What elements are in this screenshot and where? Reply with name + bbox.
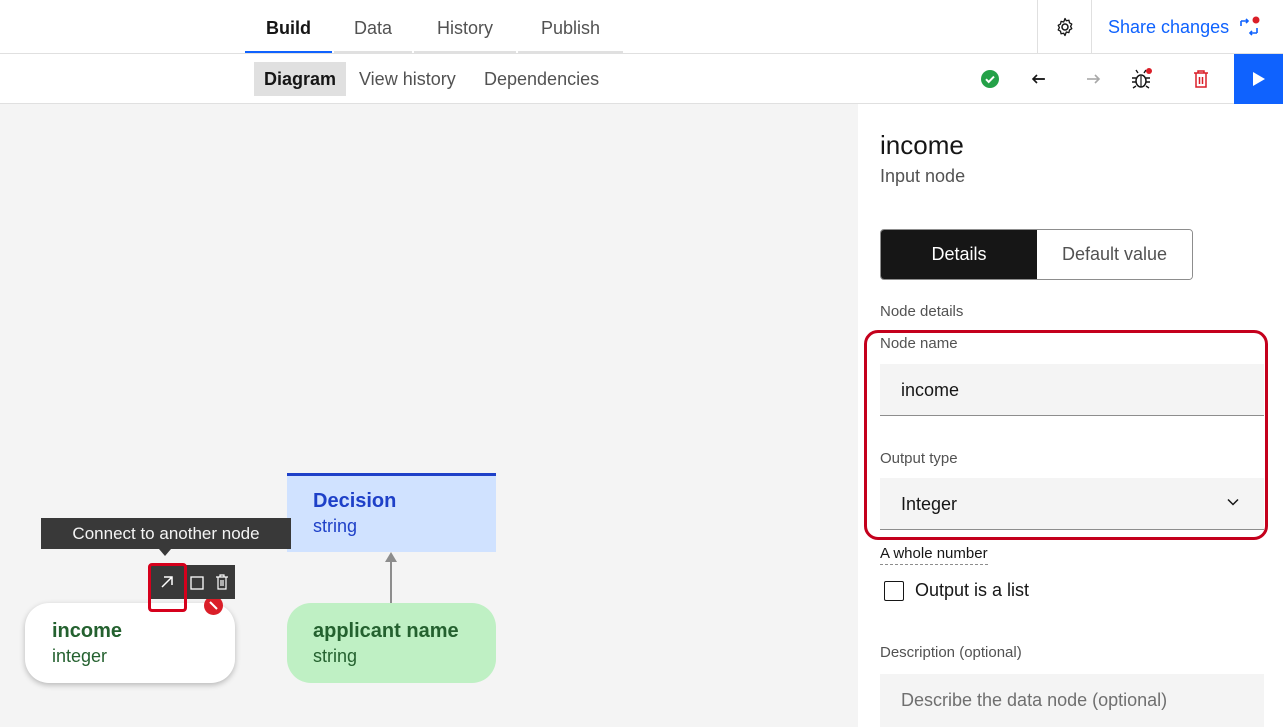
delete-icon: [216, 574, 229, 590]
settings-button[interactable]: [1040, 0, 1090, 54]
share-changes-label: Share changes: [1108, 16, 1230, 37]
income-node[interactable]: income integer: [25, 603, 235, 683]
copy-icon: [190, 576, 204, 590]
debug-button[interactable]: [1122, 54, 1162, 104]
decision-node[interactable]: Decision string: [287, 473, 496, 552]
output-list-label: Output is a list: [915, 580, 1030, 600]
description-label: Description (optional): [880, 644, 1022, 661]
node-type: integer: [52, 646, 108, 666]
play-icon: [1252, 72, 1265, 86]
check-circle-icon: [981, 70, 999, 88]
details-switcher: Details Default value: [880, 229, 1193, 280]
node-type: string: [313, 516, 358, 536]
duplicate-button[interactable]: [184, 565, 209, 599]
toolbar-divider: [1037, 0, 1038, 54]
connector-line: [390, 558, 392, 604]
tooltip-caret: [159, 549, 171, 556]
validation-status[interactable]: [970, 54, 1010, 104]
switch-details[interactable]: Details: [881, 230, 1037, 279]
applicant-name-node[interactable]: applicant name string: [287, 603, 496, 683]
delete-button[interactable]: [1181, 54, 1221, 104]
undo-button[interactable]: [1021, 54, 1061, 104]
switch-default-value[interactable]: Default value: [1037, 230, 1192, 279]
tab-publish[interactable]: Publish: [518, 0, 623, 53]
node-type: string: [313, 646, 358, 666]
node-title: income: [52, 620, 123, 642]
connector-arrowhead: [385, 552, 397, 562]
output-type-helper: A whole number: [880, 545, 988, 565]
node-title: Decision: [313, 490, 397, 512]
connect-highlight-box: [148, 563, 187, 612]
output-list-checkbox[interactable]: [884, 580, 904, 601]
run-button[interactable]: [1234, 54, 1283, 104]
node-title: applicant name: [313, 620, 459, 642]
tab-build[interactable]: Build: [245, 0, 332, 53]
description-field[interactable]: Describe the data node (optional): [880, 674, 1264, 727]
tab-data[interactable]: Data: [334, 0, 412, 53]
redo-button[interactable]: [1071, 54, 1111, 104]
undo-icon: [1031, 74, 1045, 84]
toolbar-divider: [1091, 0, 1092, 54]
subtab-view-history[interactable]: View history: [349, 62, 466, 96]
share-changes-icon: [1240, 16, 1260, 36]
panel-title: income: [880, 130, 964, 160]
error-icon: [209, 601, 218, 610]
gear-icon: [1057, 17, 1073, 37]
top-navigation-bar: Build Data History Publish Share changes: [0, 0, 1283, 54]
redo-icon: [1087, 74, 1101, 84]
panel-subtitle: Input node: [880, 166, 966, 186]
debug-icon: [1132, 68, 1152, 89]
node-delete-button[interactable]: [210, 565, 235, 599]
subtab-dependencies[interactable]: Dependencies: [474, 62, 609, 96]
output-list-option[interactable]: Output is a list: [884, 580, 1029, 601]
diagram-toolbar: Diagram View history Dependencies: [0, 54, 1283, 104]
trash-icon: [1194, 70, 1208, 88]
section-label: Node details: [880, 303, 964, 320]
tab-history[interactable]: History: [414, 0, 516, 53]
subtab-diagram[interactable]: Diagram: [254, 62, 347, 96]
share-changes-button[interactable]: Share changes: [1100, 0, 1261, 54]
diagram-canvas[interactable]: Decision string applicant name string in…: [0, 104, 858, 727]
fields-highlight-box: [864, 330, 1268, 540]
tooltip: Connect to another node: [41, 518, 291, 549]
